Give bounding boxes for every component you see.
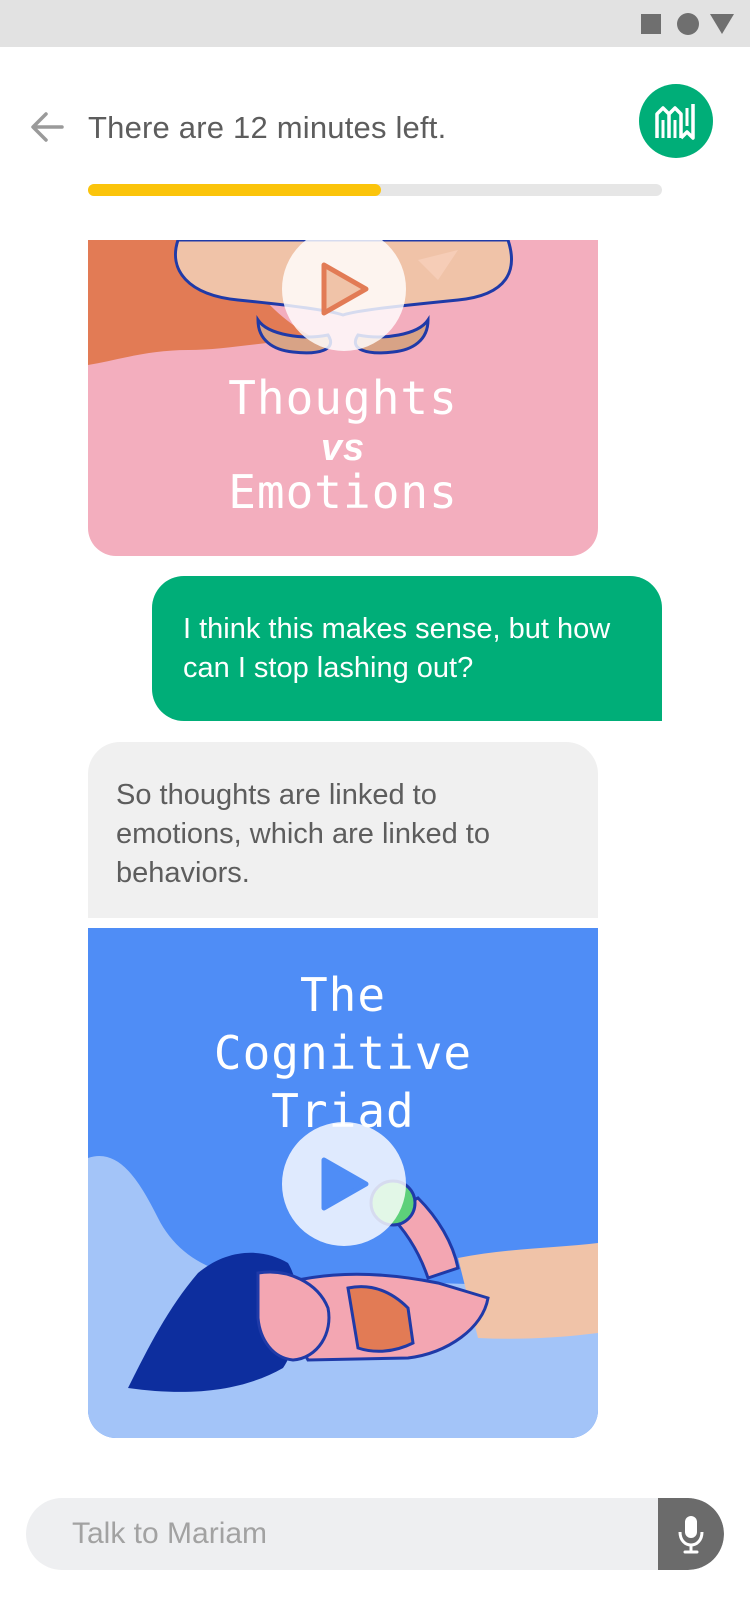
page-title: There are 12 minutes left. [88, 110, 447, 145]
video-title-line1: The [299, 968, 387, 1022]
status-bar [0, 0, 750, 47]
play-icon [321, 262, 369, 316]
play-icon [321, 1157, 369, 1211]
video-title-line3: Emotions [228, 465, 458, 519]
square-icon [641, 14, 661, 34]
bot-message-text: So thoughts are linked to emotions, whic… [116, 779, 490, 889]
progress-fill [88, 184, 381, 196]
message-composer [26, 1498, 724, 1570]
avatar[interactable] [639, 84, 713, 158]
video-card-cognitive-triad[interactable]: The Cognitive Triad [88, 928, 598, 1438]
user-message-bubble: I think this makes sense, but how can I … [152, 576, 662, 721]
video-title-line2: Cognitive [213, 1026, 473, 1080]
user-message-text: I think this makes sense, but how can I … [183, 613, 611, 684]
progress-bar [88, 184, 662, 196]
video-title-line1: Thoughts [228, 371, 458, 425]
circle-icon [677, 13, 699, 35]
arrow-left-icon [31, 112, 64, 142]
play-button[interactable] [282, 1122, 406, 1246]
microphone-button[interactable] [658, 1498, 724, 1570]
bot-message-bubble: So thoughts are linked to emotions, whic… [88, 742, 598, 918]
video-title-line2: vs [320, 427, 366, 469]
message-input[interactable] [26, 1498, 658, 1570]
back-button[interactable] [26, 106, 68, 148]
video-card-thoughts-vs-emotions[interactable]: Thoughts vs Emotions [88, 240, 598, 556]
triangle-icon [710, 14, 734, 34]
brand-logo-icon [655, 104, 695, 140]
microphone-icon [678, 1516, 704, 1554]
